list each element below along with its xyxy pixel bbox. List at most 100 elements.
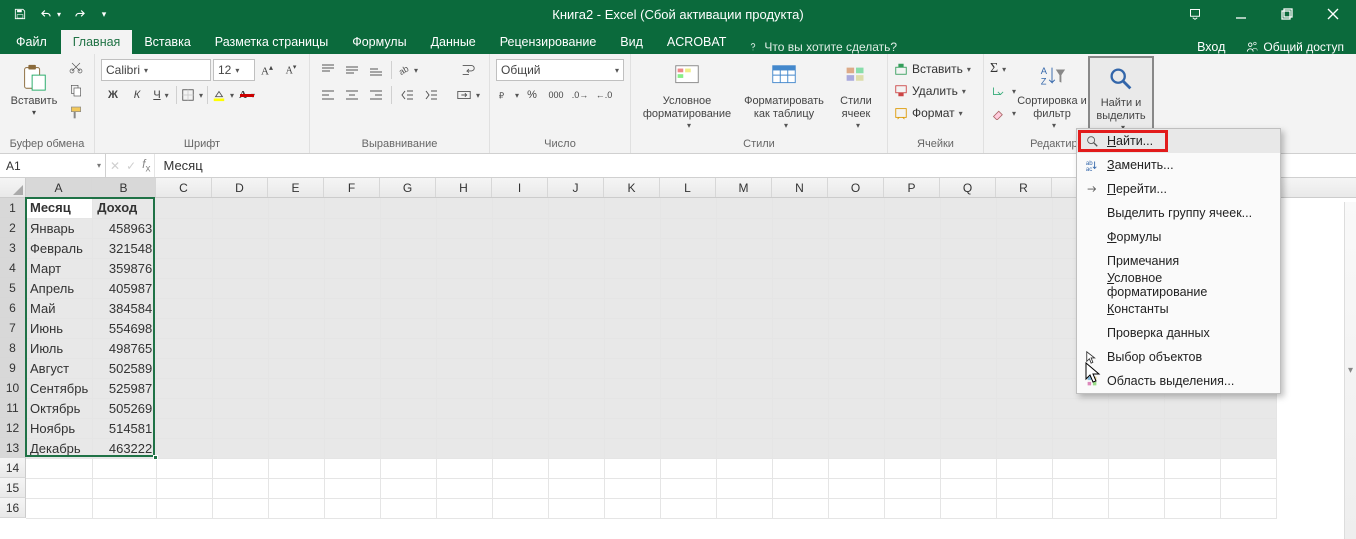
insert-cells-button[interactable]: Вставить▾ bbox=[894, 58, 971, 80]
cell[interactable] bbox=[773, 338, 829, 358]
cell[interactable] bbox=[157, 298, 213, 318]
cell[interactable] bbox=[493, 378, 549, 398]
clear-button[interactable]: ▾ bbox=[990, 102, 1016, 124]
percent-button[interactable]: % bbox=[521, 84, 543, 106]
cell[interactable] bbox=[941, 498, 997, 518]
cell[interactable] bbox=[885, 318, 941, 338]
cell[interactable] bbox=[773, 238, 829, 258]
cell[interactable] bbox=[493, 278, 549, 298]
cell[interactable] bbox=[157, 478, 213, 498]
cell[interactable] bbox=[381, 338, 437, 358]
cell[interactable] bbox=[605, 278, 661, 298]
cell[interactable] bbox=[269, 258, 325, 278]
cell[interactable] bbox=[437, 238, 493, 258]
cell[interactable] bbox=[1109, 398, 1165, 418]
window-restore-button[interactable] bbox=[1264, 0, 1310, 28]
qat-redo-button[interactable] bbox=[66, 0, 94, 28]
cell[interactable] bbox=[1165, 398, 1221, 418]
conditional-formatting-button[interactable]: Условное форматирование▾ bbox=[637, 56, 737, 131]
cell[interactable] bbox=[493, 238, 549, 258]
cell[interactable] bbox=[1165, 458, 1221, 478]
cell[interactable] bbox=[213, 258, 269, 278]
align-left-button[interactable] bbox=[317, 84, 339, 106]
cell[interactable] bbox=[1109, 498, 1165, 518]
column-header[interactable]: A bbox=[26, 178, 92, 197]
cell[interactable] bbox=[437, 318, 493, 338]
cell[interactable] bbox=[157, 378, 213, 398]
cell[interactable] bbox=[997, 438, 1053, 458]
cell[interactable] bbox=[661, 218, 717, 238]
autosum-button[interactable]: Σ▾ bbox=[990, 58, 1016, 80]
wrap-text-button[interactable] bbox=[454, 59, 482, 81]
cell[interactable] bbox=[773, 498, 829, 518]
cell[interactable] bbox=[885, 458, 941, 478]
cell[interactable] bbox=[493, 438, 549, 458]
cell[interactable] bbox=[773, 318, 829, 338]
column-header[interactable]: B bbox=[92, 178, 156, 197]
cell[interactable] bbox=[381, 378, 437, 398]
cell[interactable] bbox=[437, 218, 493, 238]
cell[interactable] bbox=[157, 458, 213, 478]
column-header[interactable]: D bbox=[212, 178, 268, 197]
cell[interactable] bbox=[773, 358, 829, 378]
cell[interactable] bbox=[549, 278, 605, 298]
cell[interactable] bbox=[213, 278, 269, 298]
row-header[interactable]: 10 bbox=[0, 378, 26, 398]
cell[interactable] bbox=[549, 418, 605, 438]
cell[interactable] bbox=[605, 498, 661, 518]
cell[interactable] bbox=[1221, 498, 1277, 518]
cell[interactable] bbox=[605, 438, 661, 458]
cell[interactable] bbox=[269, 418, 325, 438]
cell[interactable] bbox=[213, 498, 269, 518]
column-header[interactable]: I bbox=[492, 178, 548, 197]
signin-button[interactable]: Вход bbox=[1187, 40, 1235, 54]
cell[interactable] bbox=[773, 298, 829, 318]
cell[interactable] bbox=[885, 198, 941, 218]
cell[interactable] bbox=[661, 458, 717, 478]
cell[interactable] bbox=[437, 458, 493, 478]
cell[interactable] bbox=[381, 458, 437, 478]
cell[interactable] bbox=[325, 318, 381, 338]
align-center-button[interactable] bbox=[341, 84, 363, 106]
row-header[interactable]: 15 bbox=[0, 478, 26, 498]
cell[interactable] bbox=[549, 438, 605, 458]
cell[interactable] bbox=[605, 418, 661, 438]
column-header[interactable]: L bbox=[660, 178, 716, 197]
cell[interactable] bbox=[549, 218, 605, 238]
cell[interactable] bbox=[605, 318, 661, 338]
cell[interactable] bbox=[997, 278, 1053, 298]
format-cells-button[interactable]: Формат▾ bbox=[894, 102, 963, 124]
qat-undo-button[interactable]: ▾ bbox=[36, 0, 64, 28]
cell[interactable] bbox=[269, 438, 325, 458]
cell[interactable]: 458963 bbox=[93, 218, 157, 238]
cell[interactable] bbox=[213, 478, 269, 498]
cell[interactable]: Май bbox=[26, 298, 93, 318]
cell[interactable] bbox=[1221, 458, 1277, 478]
tab-разметка страницы[interactable]: Разметка страницы bbox=[203, 30, 340, 54]
cell[interactable] bbox=[829, 358, 885, 378]
cell[interactable] bbox=[941, 218, 997, 238]
cell[interactable] bbox=[325, 418, 381, 438]
cell[interactable] bbox=[269, 358, 325, 378]
increase-decimal-button[interactable]: .0→ bbox=[569, 84, 591, 106]
cell[interactable] bbox=[493, 418, 549, 438]
cell[interactable] bbox=[549, 398, 605, 418]
cell[interactable] bbox=[157, 258, 213, 278]
cell[interactable] bbox=[717, 258, 773, 278]
cell[interactable] bbox=[829, 338, 885, 358]
cell[interactable] bbox=[717, 218, 773, 238]
cell[interactable] bbox=[93, 498, 157, 518]
cell[interactable] bbox=[941, 438, 997, 458]
cell[interactable] bbox=[1053, 478, 1109, 498]
number-format-combobox[interactable]: Общий▾ bbox=[496, 59, 624, 81]
cell[interactable] bbox=[437, 198, 493, 218]
cell[interactable] bbox=[1221, 418, 1277, 438]
cell[interactable] bbox=[213, 238, 269, 258]
cell[interactable] bbox=[381, 478, 437, 498]
cell[interactable] bbox=[1053, 458, 1109, 478]
cell[interactable]: 384584 bbox=[93, 298, 157, 318]
cell[interactable] bbox=[997, 338, 1053, 358]
cell[interactable] bbox=[717, 398, 773, 418]
cell[interactable] bbox=[437, 418, 493, 438]
cell[interactable] bbox=[493, 478, 549, 498]
